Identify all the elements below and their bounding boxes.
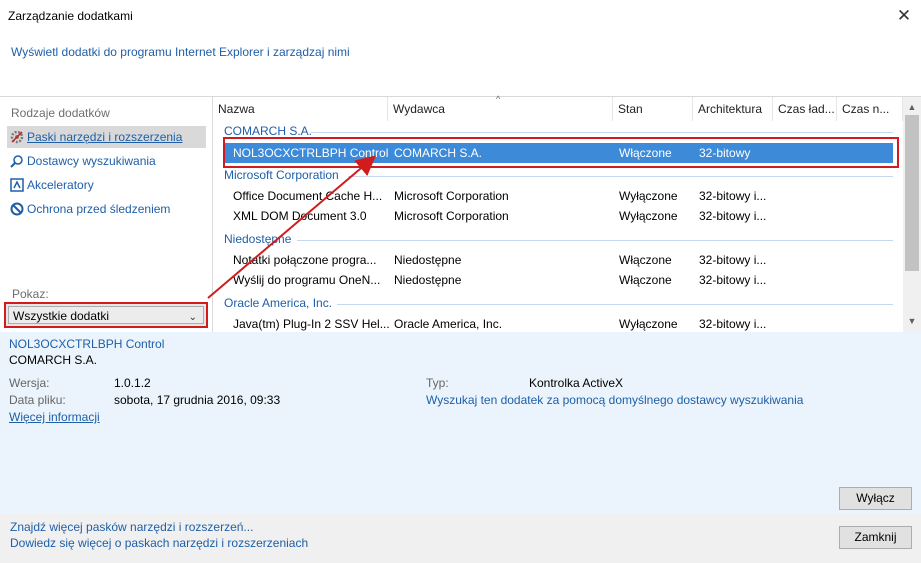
group-divider [297, 240, 893, 241]
table-row[interactable]: Wyślij do programu OneN... Niedostępne W… [225, 270, 893, 290]
window-title: Zarządzanie dodatkami [8, 9, 133, 23]
show-dropdown-field[interactable]: Wszystkie dodatki ⌄ [8, 306, 204, 324]
table-row[interactable]: XML DOM Document 3.0 Microsoft Corporati… [225, 206, 893, 226]
cell-status: Wyłączone [619, 317, 678, 331]
list-scrollbar[interactable]: ▲ ▼ [903, 97, 921, 332]
cell-status: Wyłączone [619, 189, 678, 203]
cell-architecture: 32-bitowy i... [699, 253, 767, 267]
file-date-label: Data pliku: [9, 393, 66, 407]
cell-name: Java(tm) Plug-In 2 SSV Hel... [233, 317, 390, 331]
cell-publisher: Niedostępne [394, 253, 462, 267]
cell-status: Włączone [619, 273, 672, 287]
group-header: Oracle America, Inc. [224, 296, 333, 310]
cell-publisher: Oracle America, Inc. [394, 317, 503, 331]
cell-architecture: 32-bitowy i... [699, 273, 767, 287]
cell-name: Notatki połączone progra... [233, 253, 377, 267]
cell-publisher: Microsoft Corporation [394, 189, 509, 203]
cell-name: XML DOM Document 3.0 [233, 209, 367, 223]
addon-type-label: Ochrona przed śledzeniem [27, 202, 171, 216]
cell-publisher: Microsoft Corporation [394, 209, 509, 223]
addon-type-label: Dostawcy wyszukiwania [27, 154, 156, 168]
version-label: Wersja: [9, 376, 50, 390]
details-pane: NOL3OCXCTRLBPH Control COMARCH S.A. Wers… [0, 332, 921, 514]
column-header-label: Stan [618, 102, 643, 116]
cell-name: Office Document Cache H... [233, 189, 383, 203]
column-header-label: Nazwa [218, 102, 255, 116]
scrollbar-thumb[interactable] [905, 115, 919, 271]
group-divider [348, 176, 893, 177]
scroll-down-icon[interactable]: ▼ [903, 313, 921, 330]
column-header-label: Architektura [698, 102, 763, 116]
type-value: Kontrolka ActiveX [529, 376, 624, 390]
column-header-name[interactable]: Nazwa [213, 97, 388, 121]
version-value: 1.0.1.2 [114, 376, 151, 390]
column-header-navigation-time[interactable]: Czas n... [837, 97, 903, 121]
group-divider [337, 304, 893, 305]
addon-type-label: Paski narzędzi i rozszerzenia [27, 130, 183, 144]
addon-type-label: Akceleratory [27, 178, 94, 192]
cell-architecture: 32-bitowy i... [699, 189, 767, 203]
addon-types-pane: Rodzaje dodatków Paski narzędzi i rozsze… [0, 97, 213, 332]
type-label: Typ: [426, 376, 449, 390]
addons-list: Nazwa ^ Wydawca Stan Architektura Czas ł… [213, 94, 921, 334]
details-addon-name: NOL3OCXCTRLBPH Control [9, 337, 165, 351]
addon-type-tracking-protection[interactable]: Ochrona przed śledzeniem [7, 198, 206, 220]
cell-architecture: 32-bitowy i... [699, 317, 767, 331]
group-header: Microsoft Corporation [224, 168, 339, 182]
show-label: Pokaz: [12, 287, 49, 301]
addon-types-heading: Rodzaje dodatków [11, 106, 110, 120]
learn-more-toolbars-link[interactable]: Dowiedz się więcej o paskach narzędzi i … [10, 536, 308, 550]
find-more-toolbars-link[interactable]: Znajdź więcej pasków narzędzi i rozszerz… [10, 520, 253, 534]
show-dropdown-value: Wszystkie dodatki [13, 309, 110, 323]
title-bar: Zarządzanie dodatkami ✕ [0, 0, 921, 32]
disable-button-label: Wyłącz [856, 491, 895, 505]
annotation-highlight-box [223, 137, 899, 168]
search-addon-link[interactable]: Wyszukaj ten dodatek za pomocą domyślneg… [426, 393, 803, 407]
column-header-label: Czas ład... [778, 102, 835, 116]
column-header-label: Wydawca [393, 102, 445, 116]
close-button-label: Zamknij [854, 530, 897, 544]
column-header-publisher[interactable]: Wydawca [388, 97, 613, 121]
close-button[interactable]: Zamknij [839, 526, 912, 549]
file-date-value: sobota, 17 grudnia 2016, 09:33 [114, 393, 281, 407]
gear-icon [10, 130, 24, 144]
column-header-load-time[interactable]: Czas ład... [773, 97, 837, 121]
footer: Znajdź więcej pasków narzędzi i rozszerz… [0, 514, 921, 563]
disable-button[interactable]: Wyłącz [839, 487, 912, 510]
addon-type-search-providers[interactable]: Dostawcy wyszukiwania [7, 150, 206, 172]
close-icon[interactable]: ✕ [887, 0, 921, 32]
cell-status: Włączone [619, 253, 672, 267]
accelerator-icon [10, 178, 24, 192]
group-header: Niedostępne [224, 232, 292, 246]
column-header-label: Czas n... [842, 102, 890, 116]
block-icon [10, 202, 24, 216]
cell-architecture: 32-bitowy i... [699, 209, 767, 223]
more-info-link[interactable]: Więcej informacji [9, 410, 100, 424]
addon-type-toolbars[interactable]: Paski narzędzi i rozszerzenia [7, 126, 206, 148]
table-row[interactable]: Office Document Cache H... Microsoft Cor… [225, 186, 893, 206]
cell-status: Wyłączone [619, 209, 678, 223]
table-row[interactable]: Notatki połączone progra... Niedostępne … [225, 250, 893, 270]
scroll-up-icon[interactable]: ▲ [903, 99, 921, 116]
cell-name: Wyślij do programu OneN... [233, 273, 381, 287]
cell-publisher: Niedostępne [394, 273, 462, 287]
table-row[interactable]: Java(tm) Plug-In 2 SSV Hel... Oracle Ame… [225, 314, 893, 334]
details-publisher: COMARCH S.A. [9, 353, 98, 367]
addon-type-accelerators[interactable]: Akceleratory [7, 174, 206, 196]
group-divider [311, 132, 893, 133]
column-header-architecture[interactable]: Architektura [693, 97, 773, 121]
show-dropdown[interactable]: Wszystkie dodatki ⌄ [4, 302, 208, 328]
search-icon [10, 155, 23, 168]
chevron-down-icon: ⌄ [188, 312, 197, 323]
column-header-status[interactable]: Stan [613, 97, 693, 121]
page-subtitle: Wyświetl dodatki do programu Internet Ex… [11, 45, 350, 59]
group-header: COMARCH S.A. [224, 124, 313, 138]
